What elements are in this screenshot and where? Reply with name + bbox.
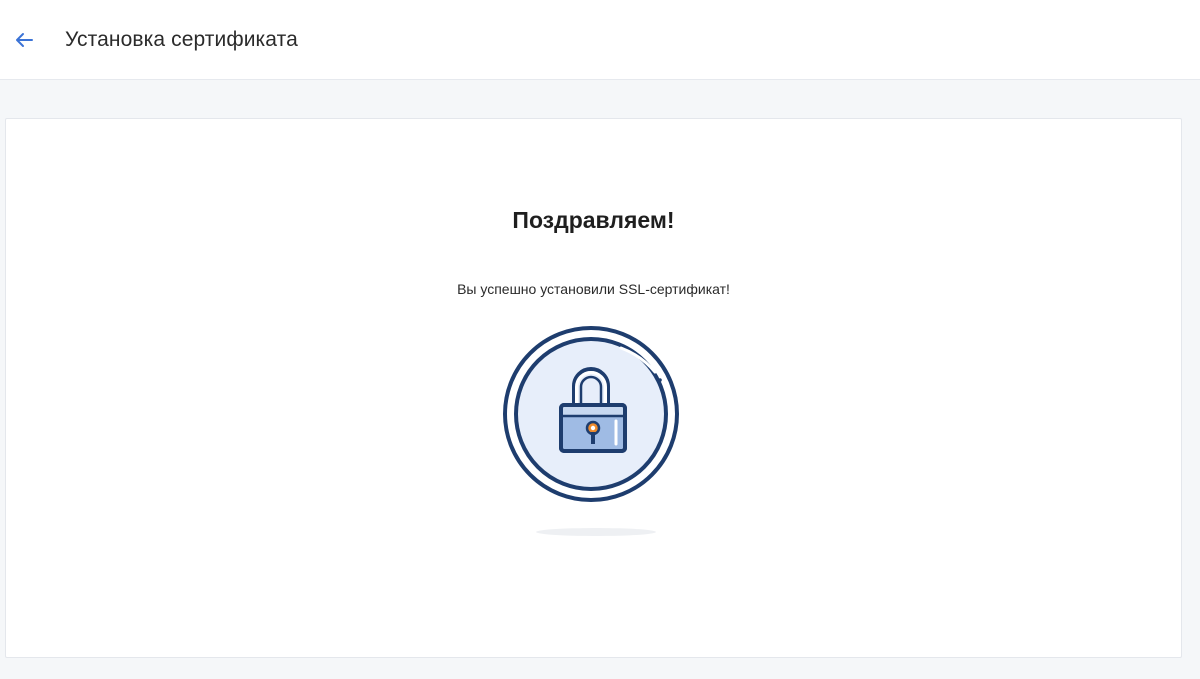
success-card: Поздравляем! Вы успешно установили SSL-с…	[5, 118, 1182, 658]
top-bar: Установка сертификата	[0, 0, 1200, 80]
arrow-left-icon	[16, 33, 33, 47]
success-heading: Поздравляем!	[512, 207, 675, 233]
success-message: Вы успешно установили SSL-сертификат!	[457, 281, 730, 297]
padlock-icon	[503, 326, 679, 536]
page-title: Установка сертификата	[65, 28, 298, 51]
back-button[interactable]	[8, 24, 40, 56]
padlock-illustration	[503, 326, 683, 544]
